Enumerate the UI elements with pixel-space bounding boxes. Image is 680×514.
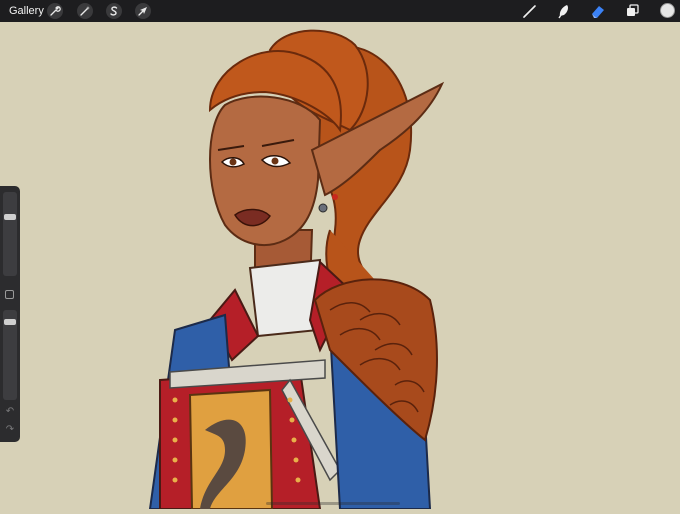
- magic-wand-icon[interactable]: [77, 3, 93, 19]
- smudge-icon[interactable]: [555, 3, 573, 19]
- gallery-button[interactable]: Gallery: [9, 4, 44, 18]
- home-indicator: [266, 502, 400, 505]
- selection-s-icon[interactable]: [106, 3, 122, 19]
- undo-icon[interactable]: ↶: [4, 406, 16, 418]
- opacity-thumb[interactable]: [4, 318, 16, 325]
- top-toolbar: Gallery: [0, 0, 680, 22]
- brush-size-slider[interactable]: [3, 192, 17, 276]
- eraser-icon[interactable]: [589, 3, 607, 19]
- elf-portrait-artwork: [148, 29, 445, 510]
- wrench-icon[interactable]: [47, 3, 63, 19]
- redo-icon[interactable]: ↷: [4, 424, 16, 436]
- opacity-slider[interactable]: [3, 310, 17, 400]
- brush-icon[interactable]: [521, 3, 539, 19]
- modify-button[interactable]: [5, 290, 14, 299]
- arrow-cursor-icon[interactable]: [135, 3, 151, 19]
- color-picker-swatch[interactable]: [660, 3, 675, 18]
- layers-icon[interactable]: [624, 3, 642, 19]
- brush-size-thumb[interactable]: [4, 213, 16, 220]
- left-sidebar: ↶ ↷: [0, 186, 20, 442]
- drawing-canvas[interactable]: [0, 22, 680, 510]
